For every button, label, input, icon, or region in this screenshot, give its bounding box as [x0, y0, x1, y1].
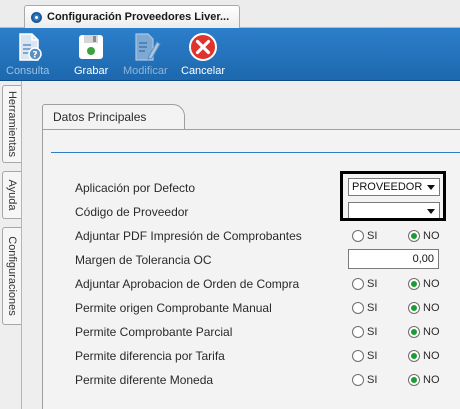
grabar-label: Grabar	[74, 65, 109, 77]
origen-manual-no-label: NO	[423, 302, 440, 314]
toolbar: ? Consulta Grabar Modificar Cancelar	[0, 28, 460, 81]
radio-icon	[352, 350, 364, 362]
comprobante-parcial-si-radio[interactable]: SI	[352, 326, 377, 338]
adjuntar-aprobacion-no-label: NO	[423, 278, 440, 290]
consult-document-icon: ?	[11, 30, 45, 64]
section-divider	[51, 152, 460, 153]
aplicacion-defecto-label: Aplicación por Defecto	[75, 181, 196, 195]
floppy-disk-icon	[74, 30, 108, 64]
adjuntar-pdf-si-label: SI	[367, 230, 378, 242]
side-tab-configuraciones[interactable]: Configuraciones	[2, 227, 21, 325]
origen-manual-label: Permite origen Comprobante Manual	[75, 301, 272, 315]
grabar-button[interactable]: Grabar	[74, 30, 108, 80]
svg-text:?: ?	[32, 51, 37, 61]
margen-tolerancia-label: Margen de Tolerancia OC	[75, 253, 212, 267]
comprobante-parcial-no-label: NO	[423, 326, 440, 338]
diferente-moneda-no-label: NO	[423, 374, 440, 386]
adjuntar-pdf-si-radio[interactable]: SI	[352, 230, 377, 242]
modificar-button[interactable]: Modificar	[123, 30, 168, 80]
diferente-moneda-no-radio[interactable]: NO	[408, 374, 440, 386]
side-panel-tabs: Herramientas Ayuda Configuraciones	[0, 81, 22, 409]
origen-manual-no-radio[interactable]: NO	[408, 302, 440, 314]
codigo-proveedor-label: Código de Proveedor	[75, 205, 189, 219]
diferencia-tarifa-label: Permite diferencia por Tarifa	[75, 349, 225, 363]
diferente-moneda-si-label: SI	[367, 374, 378, 386]
diferencia-tarifa-no-label: NO	[423, 350, 440, 362]
diferencia-tarifa-si-label: SI	[367, 350, 378, 362]
radio-selected-icon	[408, 230, 420, 242]
diferencia-tarifa-si-radio[interactable]: SI	[352, 350, 377, 362]
side-tab-ayuda[interactable]: Ayuda	[2, 171, 21, 219]
tab-datos-principales[interactable]: Datos Principales	[42, 104, 185, 130]
main-content: Datos Principales Aplicación por Defecto…	[22, 81, 460, 409]
radio-selected-icon	[408, 278, 420, 290]
comprobante-parcial-label: Permite Comprobante Parcial	[75, 325, 233, 339]
radio-selected-icon	[408, 302, 420, 314]
radio-icon	[352, 302, 364, 314]
adjuntar-pdf-no-label: NO	[423, 230, 440, 242]
cancelar-button[interactable]: Cancelar	[181, 30, 225, 80]
diferencia-tarifa-no-radio[interactable]: NO	[408, 350, 440, 362]
radio-icon	[352, 230, 364, 242]
adjuntar-aprobacion-si-radio[interactable]: SI	[352, 278, 377, 290]
side-tab-herramientas[interactable]: Herramientas	[2, 85, 21, 163]
consulta-button[interactable]: ? Consulta	[6, 30, 49, 80]
radio-icon	[352, 326, 364, 338]
radio-icon	[352, 278, 364, 290]
document-tab-title: Configuración Proveedores Liver...	[47, 11, 230, 23]
margen-tolerancia-input[interactable]: 0,00	[348, 249, 439, 269]
edit-document-icon	[128, 30, 162, 64]
radio-icon	[352, 374, 364, 386]
consulta-label: Consulta	[6, 65, 50, 77]
adjuntar-aprobacion-no-radio[interactable]: NO	[408, 278, 440, 290]
adjuntar-aprobacion-label: Adjuntar Aprobacion de Orden de Compra	[75, 277, 300, 291]
diferente-moneda-si-radio[interactable]: SI	[352, 374, 377, 386]
module-icon	[31, 11, 42, 23]
adjuntar-pdf-label: Adjuntar PDF Impresión de Comprobantes	[75, 229, 302, 243]
document-tab[interactable]: Configuración Proveedores Liver...	[24, 5, 240, 28]
adjuntar-pdf-no-radio[interactable]: NO	[408, 230, 440, 242]
radio-selected-icon	[408, 350, 420, 362]
origen-manual-si-radio[interactable]: SI	[352, 302, 377, 314]
radio-selected-icon	[408, 374, 420, 386]
side-tab-herramientas-label: Herramientas	[6, 90, 18, 158]
adjuntar-aprobacion-si-label: SI	[367, 278, 378, 290]
side-tab-ayuda-label: Ayuda	[6, 179, 18, 211]
comprobante-parcial-si-label: SI	[367, 326, 378, 338]
comprobante-parcial-no-radio[interactable]: NO	[408, 326, 440, 338]
radio-selected-icon	[408, 326, 420, 338]
cancel-x-icon	[186, 30, 220, 64]
window-tab-strip: Configuración Proveedores Liver...	[0, 0, 460, 28]
cancelar-label: Cancelar	[181, 65, 226, 77]
diferente-moneda-label: Permite diferente Moneda	[75, 373, 214, 387]
origen-manual-si-label: SI	[367, 302, 378, 314]
modificar-label: Modificar	[123, 65, 168, 77]
side-tab-configuraciones-label: Configuraciones	[6, 236, 18, 316]
highlight-box	[340, 171, 446, 221]
